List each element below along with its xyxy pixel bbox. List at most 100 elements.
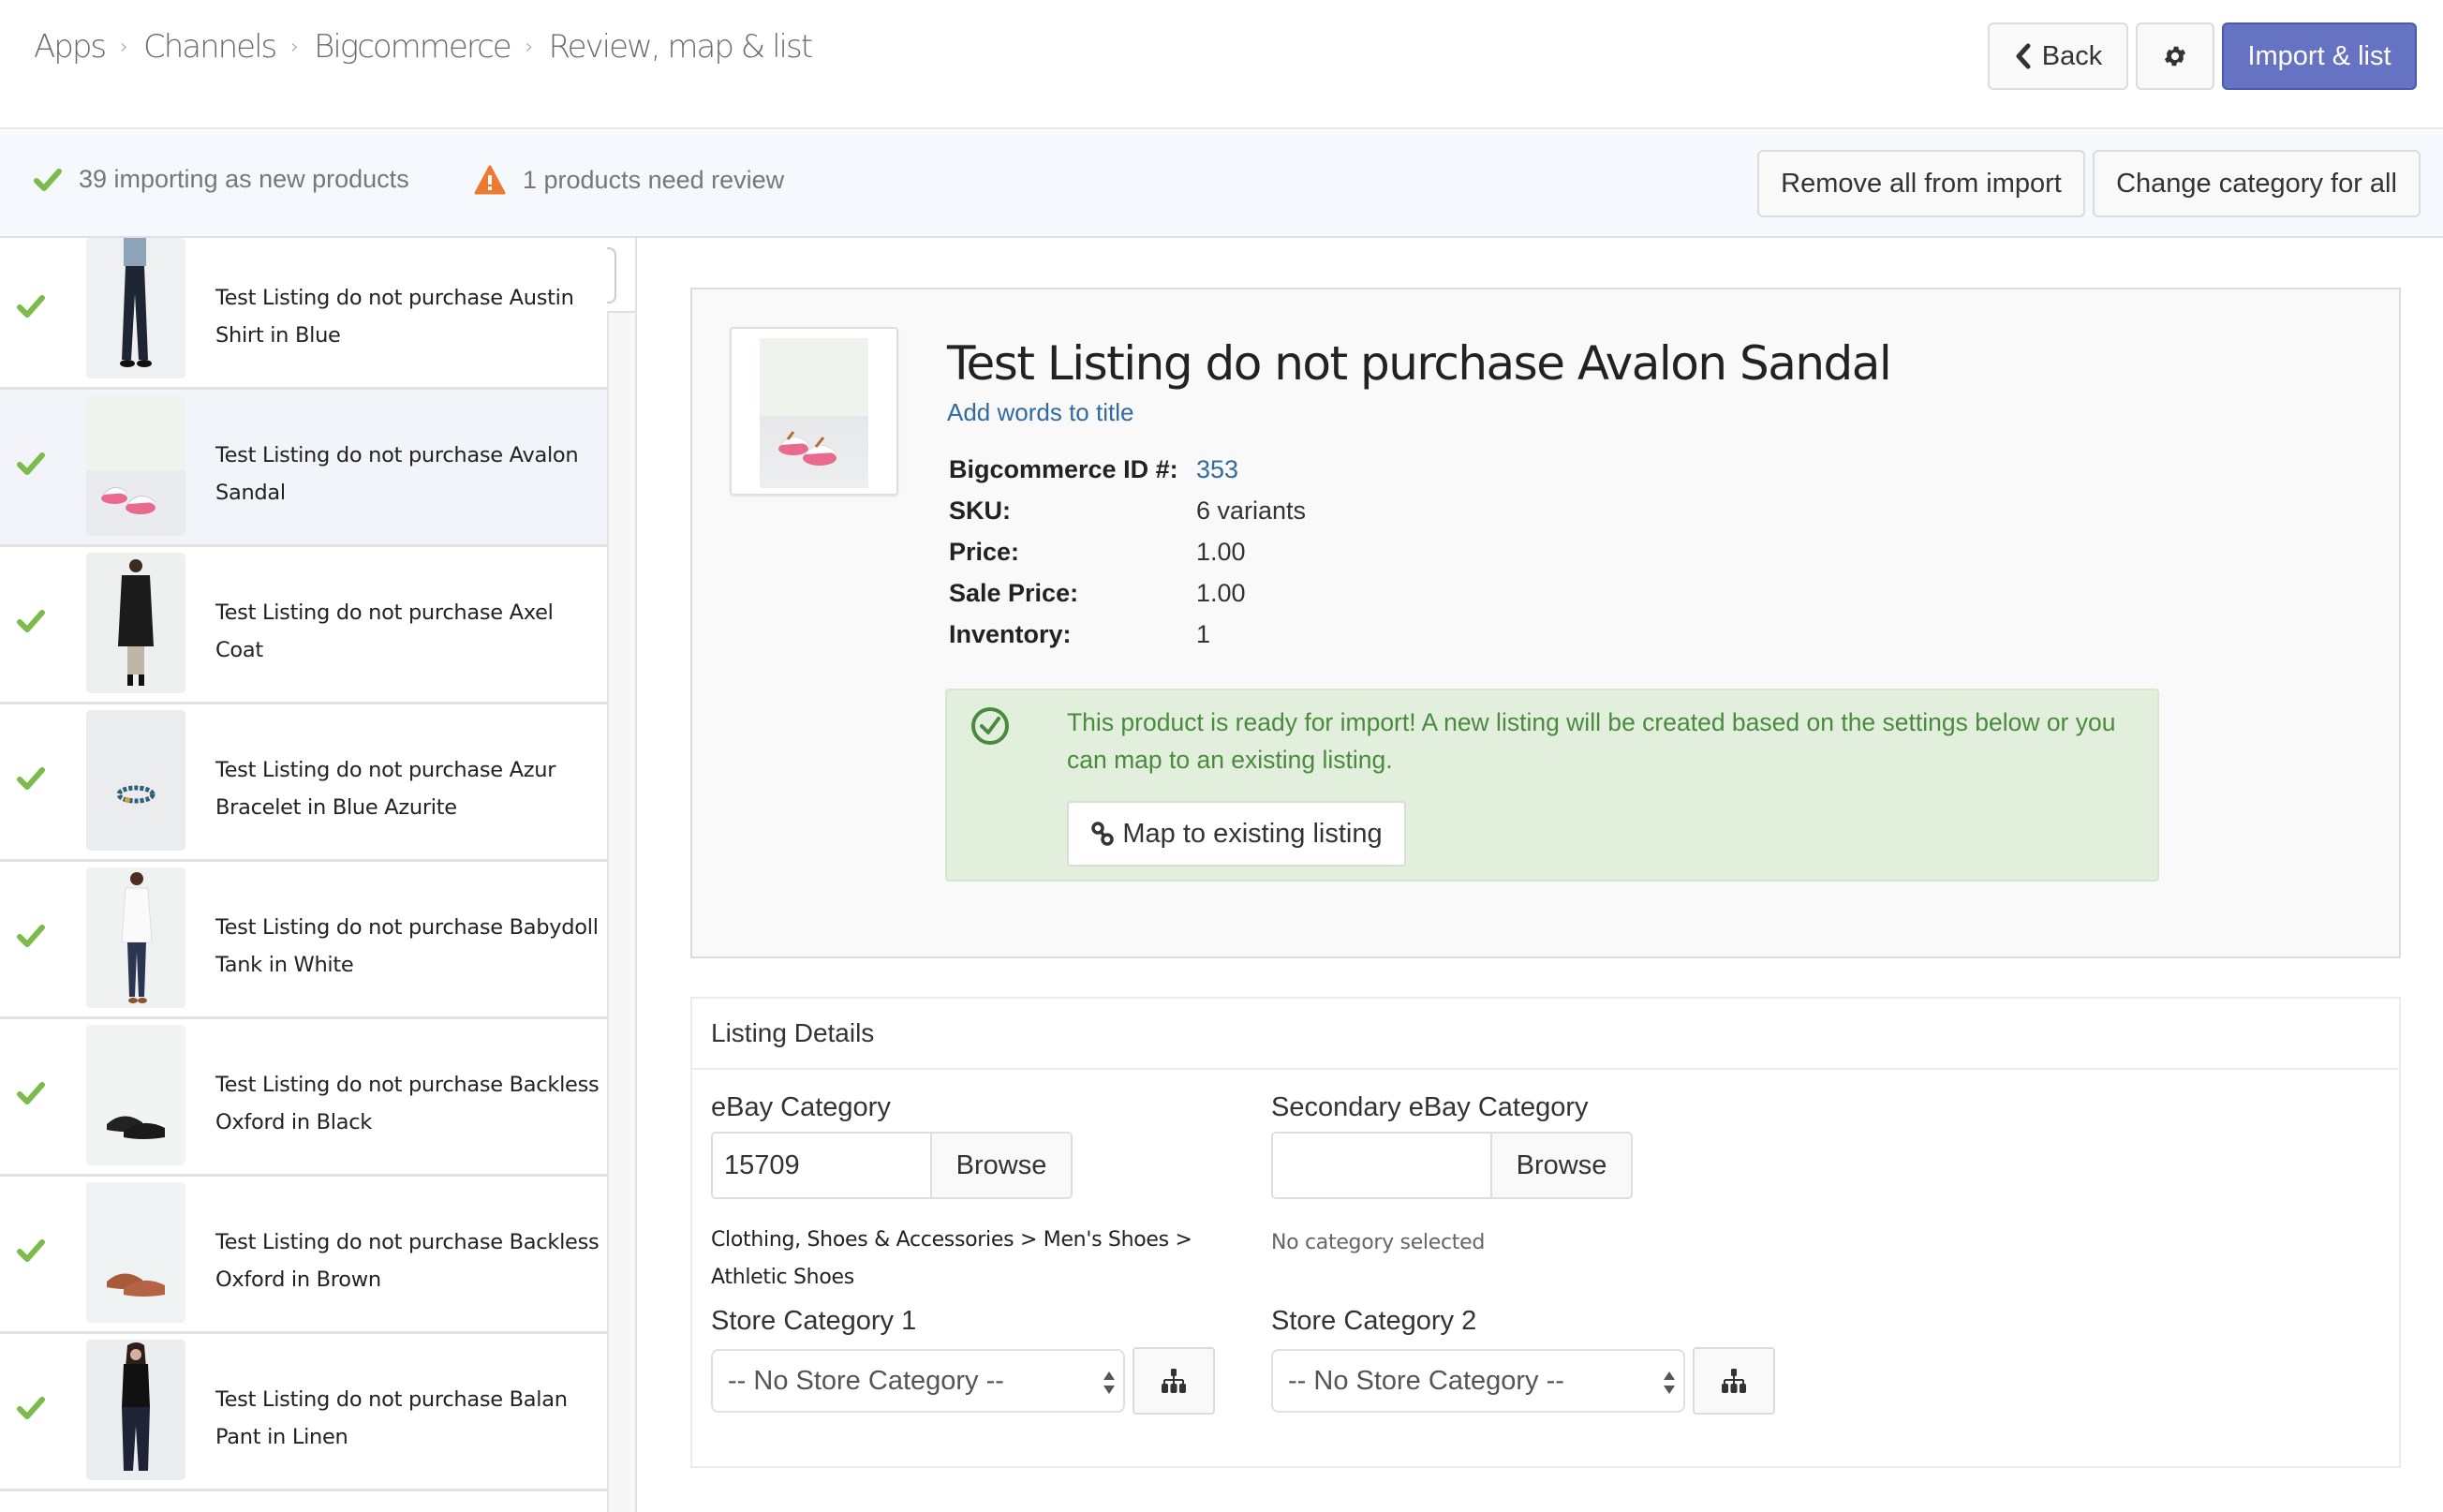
breadcrumb-bigcommerce[interactable]: Bigcommerce — [314, 28, 512, 66]
link-icon — [1091, 822, 1115, 846]
store-category-1-value: -- No Store Category -- — [728, 1365, 1004, 1396]
importing-count: 39 importing as new products — [34, 165, 409, 194]
listing-details-panel: Listing Details eBay Category Browse Clo… — [690, 997, 2401, 1468]
spec-row: Sale Price: 1.00 — [949, 572, 1306, 614]
select-arrows-icon — [1664, 1371, 1675, 1394]
store-category-1-label: Store Category 1 — [711, 1306, 917, 1336]
product-title: Test Listing do not purchase Avalon Sand… — [947, 336, 1892, 391]
spec-row: Price: 1.00 — [949, 531, 1306, 572]
ebay-category-input-group: Browse — [711, 1132, 1073, 1199]
import-and-list-button[interactable]: Import & list — [2222, 22, 2417, 90]
check-icon — [17, 1238, 45, 1267]
product-thumbnail — [86, 1025, 185, 1165]
product-list-item-title: Test Listing do not purchase Azur Bracel… — [215, 758, 556, 820]
check-icon — [17, 766, 45, 795]
add-words-to-title-link[interactable]: Add words to title — [947, 398, 1133, 427]
review-text: 1 products need review — [523, 165, 785, 194]
map-button-label: Map to existing listing — [1122, 818, 1383, 849]
review-count[interactable]: 1 products need review — [474, 165, 784, 195]
product-list-item-title: Test Listing do not purchase Avalon Sand… — [215, 443, 579, 505]
product-thumbnail — [86, 1340, 185, 1480]
sitemap-icon — [1162, 1369, 1186, 1393]
product-list-item[interactable]: Test Listing do not purchase Backless Ox… — [0, 1177, 607, 1334]
spec-label: Inventory: — [949, 619, 1072, 648]
check-icon — [17, 1396, 45, 1425]
spec-value: 1.00 — [1196, 578, 1246, 607]
check-icon — [17, 452, 45, 481]
spec-label: SKU: — [949, 496, 1011, 525]
product-specs: Bigcommerce ID #: 353 SKU: 6 variants Price:… — [949, 449, 1306, 655]
check-circle-icon — [971, 707, 1009, 745]
remove-all-button[interactable]: Remove all from import — [1757, 150, 2085, 217]
check-icon — [17, 924, 45, 953]
warning-icon — [474, 165, 506, 195]
product-list-item[interactable]: Test Listing do not purchase Backless Ox… — [0, 1019, 607, 1177]
check-icon — [17, 609, 45, 638]
spec-row: Inventory: 1 — [949, 614, 1306, 655]
ebay-category-browse-button[interactable]: Browse — [930, 1134, 1071, 1197]
select-arrows-icon — [1103, 1371, 1115, 1394]
secondary-category-path: No category selected — [1271, 1231, 1485, 1254]
secondary-category-input-group: Browse — [1271, 1132, 1633, 1199]
spec-row: SKU: 6 variants — [949, 490, 1306, 531]
page-header: Apps › Channels › Bigcommerce › Review, … — [0, 0, 2443, 129]
ready-alert: This product is ready for import! A new … — [945, 689, 2159, 882]
product-list[interactable]: Test Listing do not purchase Austin Shir… — [0, 238, 635, 1512]
secondary-category-browse-button[interactable]: Browse — [1490, 1134, 1631, 1197]
product-list-item-title: Test Listing do not purchase Backless Ox… — [215, 1073, 600, 1134]
spec-value: 1 — [1196, 619, 1211, 648]
spec-label: Price: — [949, 537, 1020, 566]
product-list-item-title: Test Listing do not purchase Babydoll Ta… — [215, 915, 599, 977]
store-category-2-value: -- No Store Category -- — [1288, 1365, 1564, 1396]
settings-button[interactable] — [2136, 22, 2214, 90]
store-category-2-select[interactable]: -- No Store Category -- — [1271, 1349, 1685, 1413]
listing-details-heading: Listing Details — [692, 999, 2399, 1070]
product-list-item-title: Test Listing do not purchase Austin Shir… — [215, 286, 574, 348]
secondary-category-input[interactable] — [1273, 1134, 1490, 1197]
product-thumbnail — [86, 395, 185, 536]
breadcrumb-current: Review, map & list — [548, 28, 814, 66]
list-scrollbar[interactable] — [607, 313, 635, 1512]
product-summary: Test Listing do not purchase Avalon Sand… — [690, 288, 2401, 958]
breadcrumb-separator-icon: › — [525, 35, 534, 59]
change-category-all-button[interactable]: Change category for all — [2093, 150, 2421, 217]
product-list-item-title: Test Listing do not purchase Balan Pant … — [215, 1387, 568, 1449]
ebay-category-label: eBay Category — [711, 1092, 891, 1122]
breadcrumb-apps[interactable]: Apps — [34, 28, 107, 66]
breadcrumb-channels[interactable]: Channels — [143, 28, 277, 66]
map-to-existing-listing-button[interactable]: Map to existing listing — [1067, 801, 1406, 867]
product-list-item[interactable]: Test Listing do not purchase Babydoll Ta… — [0, 862, 607, 1019]
main-content: Test Listing do not purchase Avalon Sand… — [639, 238, 2443, 1512]
spec-label: Bigcommerce ID #: — [949, 454, 1178, 483]
back-button[interactable]: Back — [1988, 22, 2128, 90]
ebay-category-input[interactable] — [713, 1134, 930, 1197]
importing-text: 39 importing as new products — [79, 165, 409, 193]
back-label: Back — [2041, 40, 2103, 71]
product-thumbnail — [86, 710, 185, 851]
product-thumbnail — [86, 553, 185, 693]
store-category-2-label: Store Category 2 — [1271, 1306, 1477, 1336]
product-thumbnail — [86, 867, 185, 1008]
product-list-item[interactable]: Test Listing do not purchase Axel Coat — [0, 547, 607, 704]
breadcrumb: Apps › Channels › Bigcommerce › Review, … — [34, 28, 814, 66]
spec-value[interactable]: 353 — [1196, 455, 1238, 484]
gear-icon — [2164, 46, 2186, 67]
store-category-2-tree-button[interactable] — [1693, 1347, 1775, 1415]
check-icon — [34, 168, 62, 192]
product-list-item[interactable]: Test Listing do not purchase Austin Shir… — [0, 238, 607, 390]
product-list-item[interactable]: Test Listing do not purchase Balan Pant … — [0, 1334, 607, 1491]
ebay-category-path: Clothing, Shoes & Accessories > Men's Sh… — [711, 1228, 1192, 1289]
check-icon — [17, 1081, 45, 1110]
import-status-bar: 39 importing as new products 1 products … — [0, 131, 2443, 238]
store-category-1-select[interactable]: -- No Store Category -- — [711, 1349, 1125, 1413]
spec-value: 6 variants — [1196, 496, 1307, 525]
product-list-item[interactable]: Test Listing do not purchase Avalon Sand… — [0, 390, 607, 547]
secondary-category-label: Secondary eBay Category — [1271, 1092, 1589, 1122]
product-thumbnail — [86, 1182, 185, 1323]
breadcrumb-separator-icon: › — [290, 35, 300, 59]
store-category-1-tree-button[interactable] — [1133, 1347, 1215, 1415]
product-list-item[interactable]: Test Listing do not purchase Azur Bracel… — [0, 704, 607, 862]
product-thumbnail — [86, 238, 185, 378]
spec-value: 1.00 — [1196, 537, 1246, 566]
product-sidebar: All products Test Listing do not purchas… — [0, 238, 637, 1512]
